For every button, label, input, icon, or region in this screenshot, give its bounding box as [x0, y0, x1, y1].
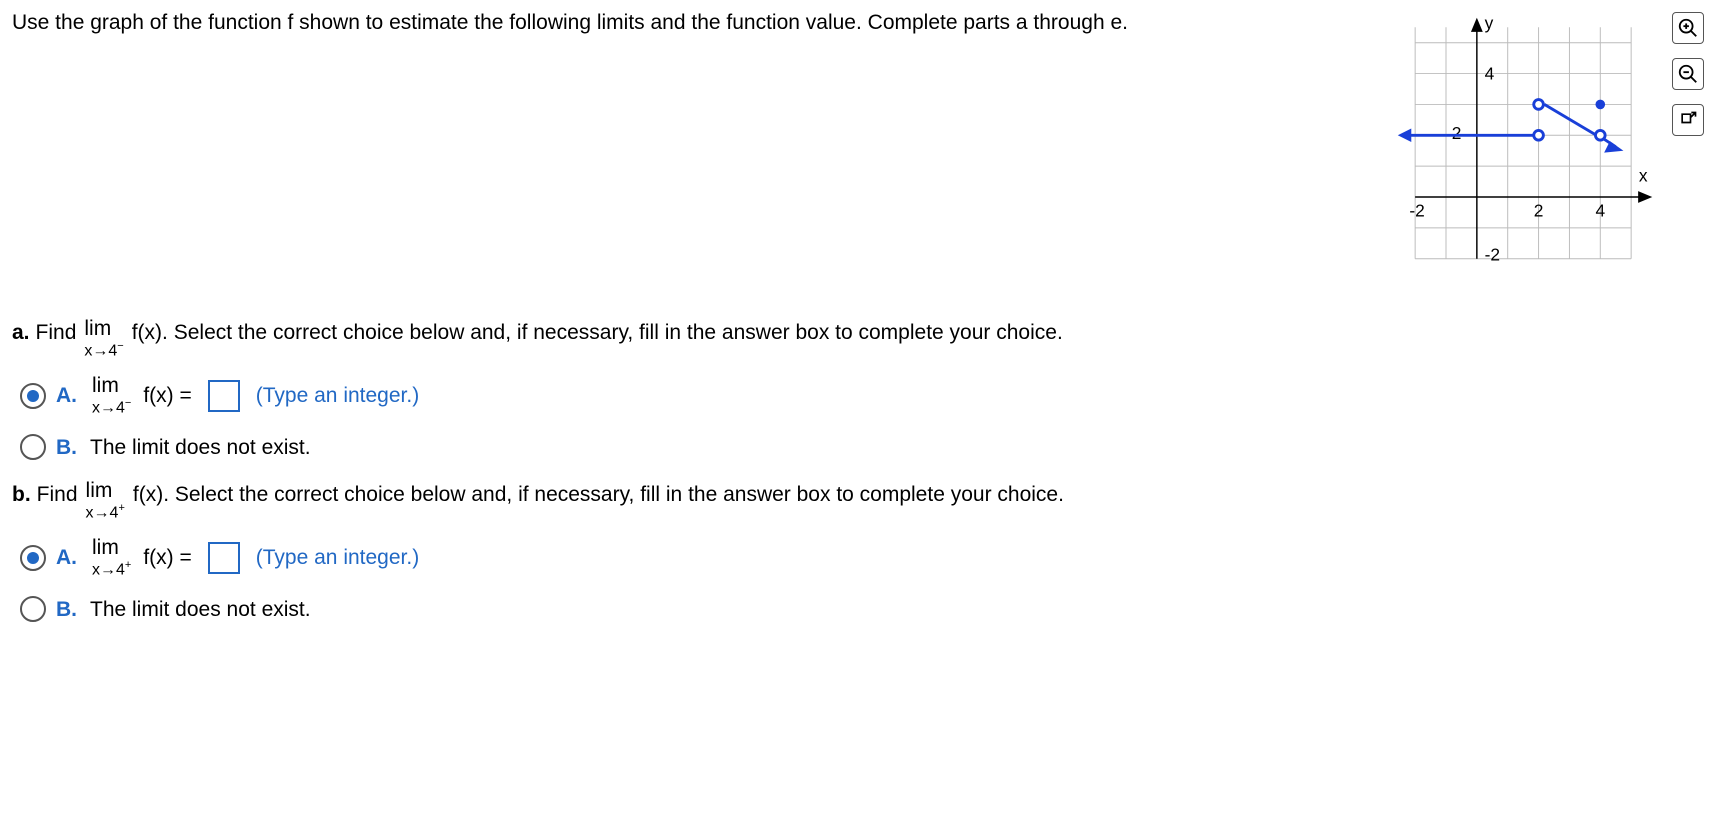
part-a-label: a. — [12, 318, 30, 347]
choice-b-letter: B. — [56, 433, 80, 462]
part-b-find: Find — [37, 480, 78, 509]
part-b-option-b-text: The limit does not exist. — [90, 595, 311, 624]
svg-text:-2: -2 — [1409, 200, 1424, 220]
popout-icon[interactable] — [1672, 104, 1704, 136]
limit-expression-a: lim x→4− — [84, 318, 123, 359]
choice-b-letter-b: B. — [56, 595, 80, 624]
function-graph: y x 4 2 -2 -2 2 4 — [1392, 8, 1662, 288]
y-axis-label: y — [1485, 13, 1494, 33]
part-b-option-b-radio[interactable] — [20, 596, 46, 622]
part-a-option-b-text: The limit does not exist. — [90, 433, 311, 462]
svg-text:4: 4 — [1485, 63, 1495, 83]
choice-a-letter-b: A. — [56, 543, 80, 572]
svg-text:-2: -2 — [1485, 245, 1500, 265]
part-a-answer-input[interactable] — [208, 380, 240, 412]
x-axis-label: x — [1639, 166, 1648, 186]
svg-text:2: 2 — [1534, 200, 1544, 220]
part-b-label: b. — [12, 480, 31, 509]
part-a-option-a-radio[interactable] — [20, 383, 46, 409]
choice-a-letter: A. — [56, 381, 80, 410]
part-b-option-a-radio[interactable] — [20, 545, 46, 571]
part-a-hint: (Type an integer.) — [256, 381, 419, 410]
zoom-out-icon[interactable] — [1672, 58, 1704, 90]
svg-text:2: 2 — [1452, 123, 1462, 143]
zoom-in-icon[interactable] — [1672, 12, 1704, 44]
part-a-option-b-radio[interactable] — [20, 434, 46, 460]
part-b-answer-input[interactable] — [208, 542, 240, 574]
part-b-hint: (Type an integer.) — [256, 543, 419, 572]
limit-expression-b-opt: lim x→4+ — [92, 537, 131, 578]
limit-expression-a-opt: lim x→4− — [92, 375, 131, 416]
svg-text:4: 4 — [1595, 200, 1605, 220]
limit-expression-b: lim x→4+ — [86, 480, 125, 521]
part-a-find: Find — [36, 318, 77, 347]
question-instructions: Use the graph of the function f shown to… — [12, 8, 1392, 37]
